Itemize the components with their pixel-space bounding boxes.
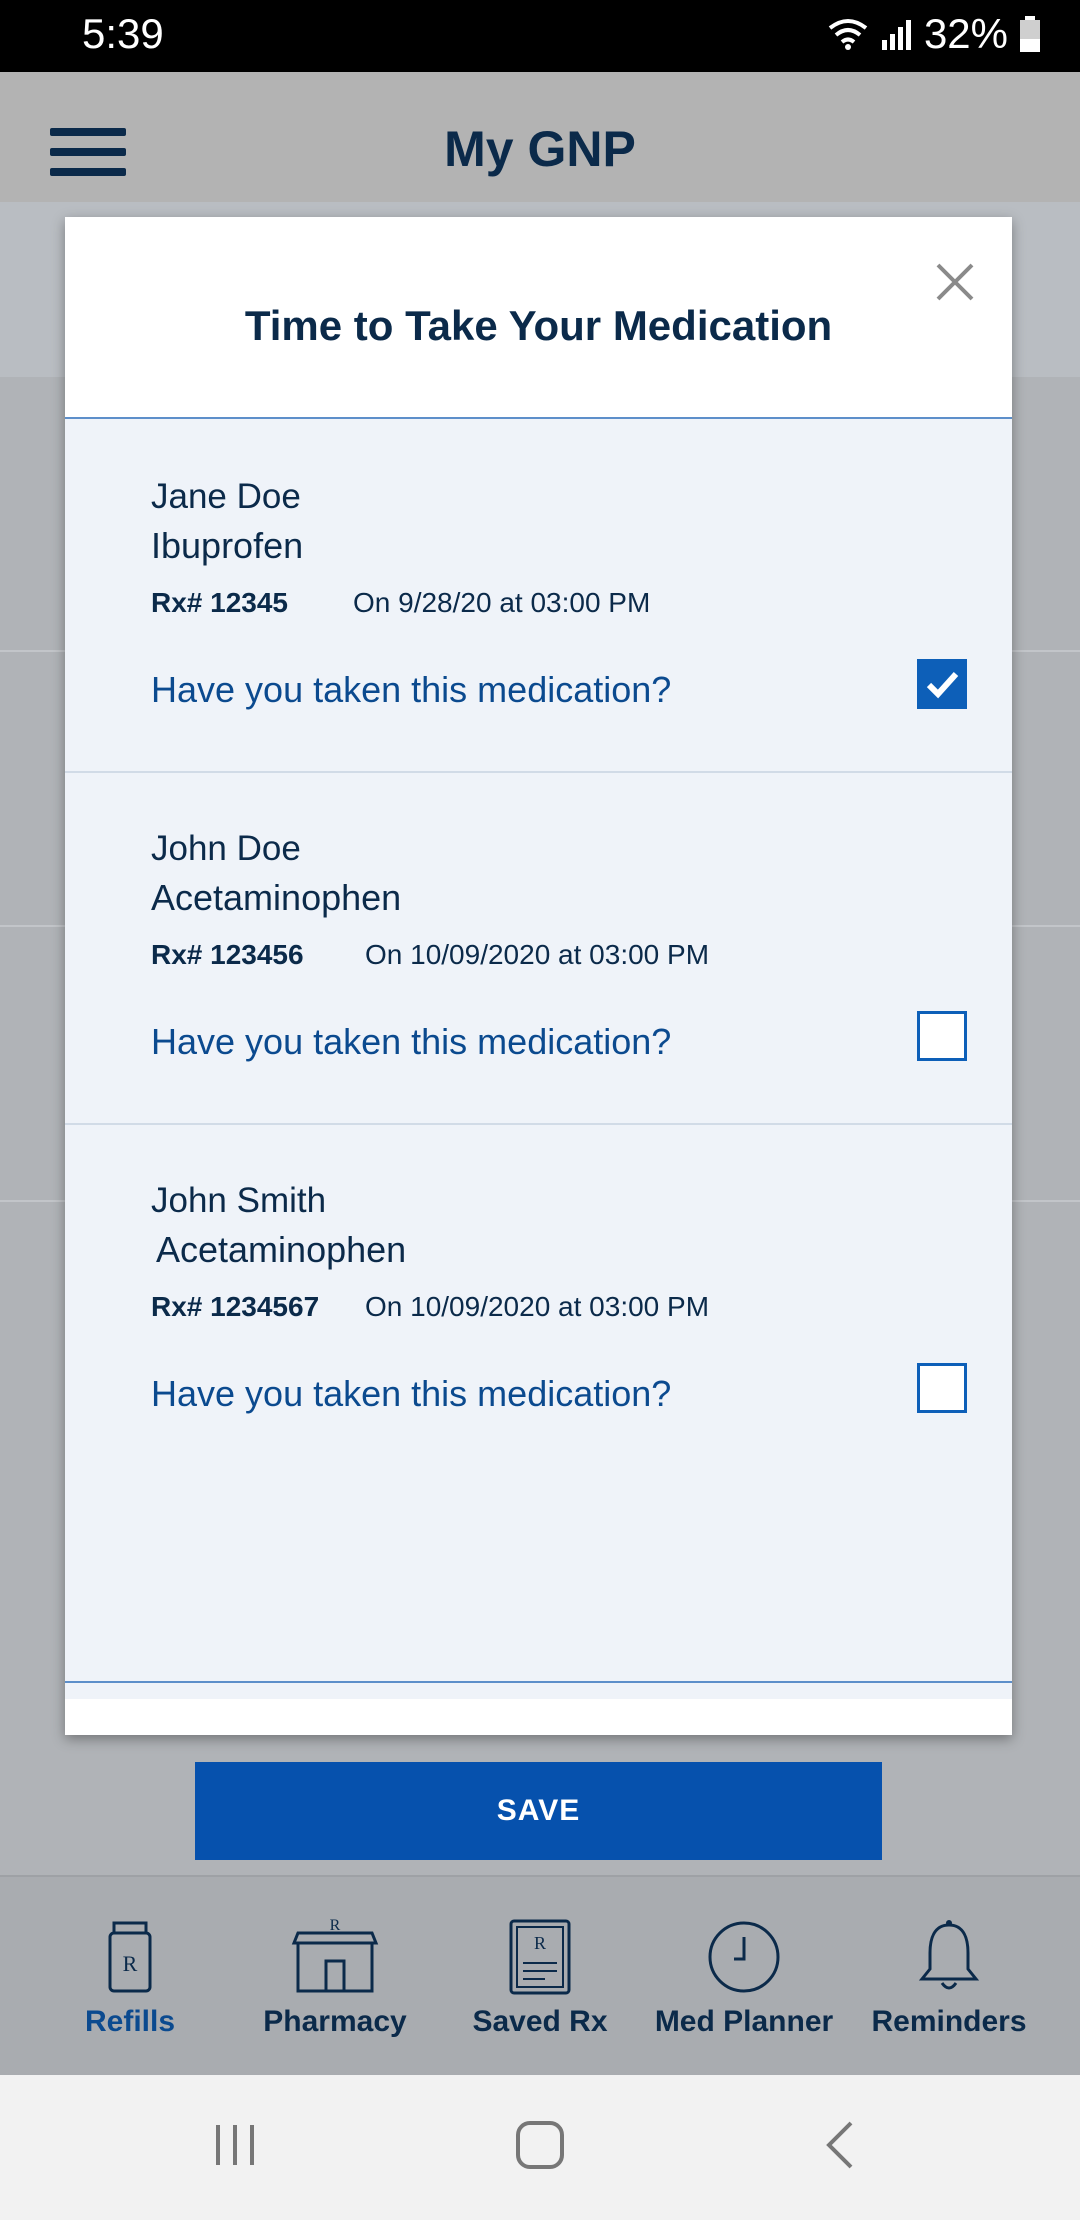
patient-name: John Doe bbox=[151, 829, 301, 868]
nav-label: Refills bbox=[84, 2005, 176, 2038]
bottom-nav: R Refills R Pharmacy R Saved Rx Med Plan… bbox=[0, 1875, 1080, 2077]
medication-modal: Time to Take Your Medication Jane Doe Ib… bbox=[65, 217, 1012, 1860]
nav-label: Saved Rx bbox=[472, 2005, 608, 2038]
divider bbox=[65, 1681, 1012, 1683]
save-button[interactable]: SAVE bbox=[195, 1762, 882, 1860]
list-item: John Doe Acetaminophen Rx# 123456 On 10/… bbox=[65, 771, 1012, 1125]
status-time: 5:39 bbox=[82, 10, 164, 57]
list-item: Jane Doe Ibuprofen Rx# 12345 On 9/28/20 … bbox=[65, 419, 1012, 773]
bell-icon bbox=[918, 1920, 980, 1990]
recent-apps-icon[interactable] bbox=[210, 2115, 260, 2175]
close-icon[interactable] bbox=[930, 257, 980, 307]
wifi-icon bbox=[828, 19, 868, 50]
drug-name: Ibuprofen bbox=[151, 525, 304, 566]
home-icon[interactable] bbox=[510, 2115, 570, 2175]
status-bar: 5:39 32% bbox=[0, 0, 1080, 72]
patient-name: Jane Doe bbox=[151, 477, 301, 516]
dose-datetime: On 10/09/2020 at 03:00 PM bbox=[365, 1291, 710, 1322]
dose-datetime: On 10/09/2020 at 03:00 PM bbox=[365, 939, 710, 970]
nav-item-reminders[interactable]: Reminders bbox=[849, 1917, 1049, 2039]
modal-title: Time to Take Your Medication bbox=[244, 302, 833, 349]
patient-name: John Smith bbox=[151, 1181, 327, 1220]
status-icons: 32% bbox=[826, 10, 1042, 58]
taken-question: Have you taken this medication? bbox=[151, 1021, 672, 1062]
svg-text:R: R bbox=[330, 1917, 341, 1934]
battery-percent: 32% bbox=[923, 10, 1008, 57]
pharmacy-icon: R bbox=[291, 1917, 379, 1993]
back-icon[interactable] bbox=[815, 2115, 865, 2175]
page-title: My GNP bbox=[444, 121, 636, 177]
drug-name: Acetaminophen bbox=[151, 877, 402, 918]
svg-text:R: R bbox=[123, 1951, 138, 1976]
battery-icon bbox=[1020, 16, 1040, 52]
nav-item-pharmacy[interactable]: R Pharmacy bbox=[235, 1917, 435, 2039]
system-nav-bar bbox=[0, 2075, 1080, 2220]
rx-bottle-icon: R bbox=[108, 1921, 152, 1993]
svg-text:R: R bbox=[534, 1933, 546, 1953]
rx-number: Rx# 1234567 bbox=[151, 1291, 320, 1322]
rx-number: Rx# 123456 bbox=[151, 939, 304, 970]
list-item: John Smith Acetaminophen Rx# 1234567 On … bbox=[65, 1123, 1012, 1475]
taken-question: Have you taken this medication? bbox=[151, 669, 672, 710]
nav-item-refills[interactable]: R Refills bbox=[30, 1917, 230, 2039]
nav-item-saved-rx[interactable]: R Saved Rx bbox=[440, 1917, 640, 2039]
dose-datetime: On 9/28/20 at 03:00 PM bbox=[353, 587, 651, 618]
rx-number: Rx# 12345 bbox=[151, 587, 289, 618]
drug-name: Acetaminophen bbox=[156, 1229, 407, 1270]
nav-label: Pharmacy bbox=[263, 2005, 407, 2038]
saved-rx-icon: R bbox=[509, 1919, 571, 1995]
checkmark-icon bbox=[926, 671, 959, 699]
nav-item-med-planner[interactable]: Med Planner bbox=[644, 1917, 844, 2039]
taken-checkbox[interactable] bbox=[917, 659, 967, 709]
taken-question: Have you taken this medication? bbox=[151, 1373, 672, 1414]
clock-icon bbox=[708, 1921, 780, 1993]
nav-label: Reminders bbox=[871, 2005, 1027, 2038]
taken-checkbox[interactable] bbox=[917, 1363, 967, 1413]
medication-list: Jane Doe Ibuprofen Rx# 12345 On 9/28/20 … bbox=[65, 417, 1012, 1860]
signal-icon bbox=[881, 20, 911, 50]
nav-label: Med Planner bbox=[654, 2005, 834, 2038]
taken-checkbox[interactable] bbox=[917, 1011, 967, 1061]
